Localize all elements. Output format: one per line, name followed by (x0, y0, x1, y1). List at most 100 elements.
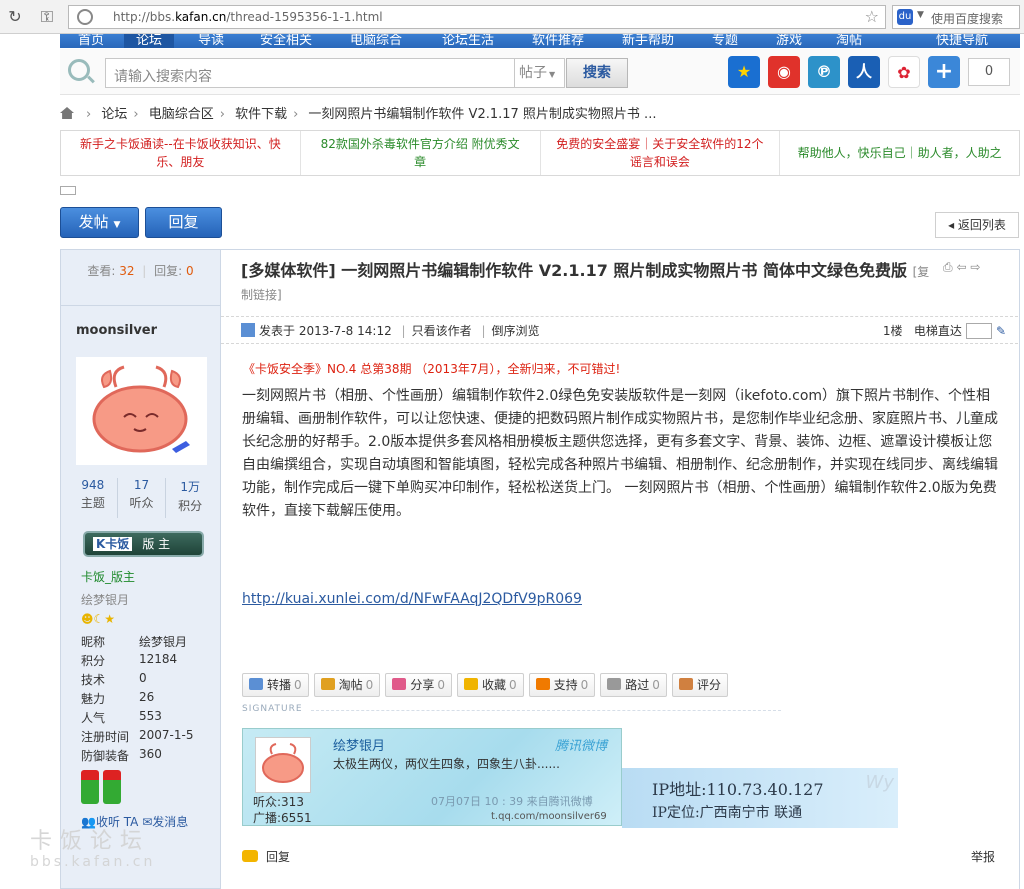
medal-icon[interactable] (103, 770, 121, 804)
stat-threads[interactable]: 948 主题 (69, 478, 118, 518)
globe-icon (77, 9, 93, 25)
support-button[interactable]: 支持 0 (528, 673, 596, 697)
home-icon[interactable] (60, 107, 74, 119)
nav-item-quick[interactable]: 快捷导航 (936, 34, 988, 48)
divider (311, 710, 781, 711)
chevron-down-icon: ▼ (549, 70, 556, 79)
medals (81, 770, 125, 807)
tencent-weibo-logo: 腾讯微博 (554, 739, 607, 754)
address-bar[interactable]: http://bbs.kafan.cn/thread-1595356-1-1.h… (68, 5, 886, 29)
arrow-down-icon (607, 678, 622, 690)
search-button[interactable]: 搜索 (566, 58, 628, 88)
stat-listeners[interactable]: 17 听众 (118, 478, 167, 518)
nav-item[interactable]: 电脑综合 (350, 34, 402, 48)
report-link[interactable]: 举报 (971, 848, 995, 865)
announcement-link[interactable]: 新手之卡饭通读--在卡饭收获知识、快乐、朋友 (61, 131, 301, 175)
post-content-area: [多媒体软件] 一刻网照片书编辑制作软件 V2.1.17 照片制成实物照片书 简… (221, 249, 1020, 889)
author-actions: 👥收听 TA ✉发消息 (81, 813, 188, 830)
new-post-button[interactable]: 发帖 ▼ (60, 207, 139, 238)
medal-icon[interactable] (81, 770, 99, 804)
nav-item[interactable]: 导读 (198, 34, 224, 48)
heart-icon (392, 678, 407, 690)
nav-item[interactable]: 论坛生活 (442, 34, 494, 48)
reply-link[interactable]: 回复 (242, 848, 290, 865)
author-sidebar: 查看: 32 | 回复: 0 moonsilver 948 主题 17 听众 1万积… (60, 249, 221, 889)
next-thread-icon[interactable]: ⇨ (970, 260, 980, 274)
tencent-weibo-icon[interactable]: ℗ (808, 56, 840, 88)
forward-button[interactable]: 转播 0 (242, 673, 309, 697)
listen-button[interactable]: 👥收听 TA (81, 815, 138, 829)
announcement-link[interactable]: 82款国外杀毒软件官方介绍 附优秀文章 (301, 131, 541, 175)
send-message-button[interactable]: ✉发消息 (142, 815, 188, 829)
chevron-down-icon[interactable]: ▼ (917, 10, 924, 20)
user-group[interactable]: 卡饭_版主 (81, 568, 135, 585)
baidu-paw-icon: du (897, 9, 913, 25)
print-icon[interactable]: ⎙ (943, 260, 953, 274)
only-author-link[interactable]: 只看该作者 (412, 324, 472, 338)
site-top-nav: 首页 论坛 导读 安全相关 电脑综合 论坛生活 软件推荐 新手帮助 专题 游戏 … (60, 34, 1020, 48)
search-type-select[interactable]: 帖子 ▼ (515, 58, 565, 88)
post-date: 2013-7-8 14:12 (298, 324, 392, 338)
author-stats: 948 主题 17 听众 1万 积分 (69, 478, 214, 518)
prev-thread-icon[interactable]: ⇦ (956, 260, 966, 274)
placeholder-box (60, 186, 76, 195)
browser-search-box[interactable]: du ▼ 使用百度搜索 (892, 5, 1020, 29)
thread-title: [多媒体软件] 一刻网照片书编辑制作软件 V2.1.17 照片制成实物照片书 简… (241, 261, 930, 302)
pass-by-button[interactable]: 路过 0 (600, 673, 667, 697)
pen-icon[interactable]: ✎ (996, 324, 1006, 338)
key-icon[interactable]: ⚿ (36, 6, 58, 28)
level-stars-icon: ☻☾★ (81, 612, 116, 626)
renren-icon[interactable]: 人 (848, 56, 880, 88)
collect-thread-button[interactable]: 淘帖 0 (313, 673, 381, 697)
nav-item[interactable]: 软件推荐 (532, 34, 584, 48)
ip-address: IP地址:110.73.40.127 (652, 780, 824, 799)
stat-points[interactable]: 1万 积分 (166, 478, 214, 518)
star-icon (463, 678, 478, 690)
nav-item-active[interactable]: 论坛 (124, 34, 175, 48)
url-text: http://bbs.kafan.cn/thread-1595356-1-1.h… (113, 10, 383, 24)
forward-icon (249, 678, 263, 690)
author-name[interactable]: moonsilver (76, 323, 157, 338)
reverse-order-link[interactable]: 倒序浏览 (491, 324, 539, 338)
post-meta-bar: 发表于 2013-7-8 14:12 | 只看该作者 | 倒序浏览 1楼 电梯直达 ✎ (221, 316, 1018, 344)
signature-avatar (255, 737, 311, 793)
moderator-badge: K卡饭版 主 (83, 531, 204, 557)
breadcrumb-item[interactable]: 电脑综合区 (149, 107, 214, 122)
reply-icon (242, 850, 258, 862)
post-actions: 转播 0 淘帖 0 分享 0 收藏 0 支持 0 路过 0 评分 (242, 673, 728, 697)
share-plus-icon[interactable]: + (928, 56, 960, 88)
nav-item[interactable]: 游戏 (776, 34, 802, 48)
breadcrumb-item[interactable]: 论坛 (101, 107, 127, 122)
weibo-signature-card[interactable]: 绘梦银月 腾讯微博 太极生两仪，两仪生四象，四象生八卦...... 听众:313… (242, 728, 622, 826)
jump-label: 电梯直达 (913, 324, 962, 338)
announcement-link[interactable]: 帮助他人，快乐自己｜助人者，人助之 (780, 131, 1019, 175)
signature-label: SIGNATURE (242, 704, 303, 714)
ip-signature-image: IP地址:110.73.40.127 IP定位:广西南宁市 联通 Wy (622, 768, 898, 828)
nav-item[interactable]: 淘帖 (836, 34, 862, 48)
share-button[interactable]: 分享 0 (385, 673, 452, 697)
bookmark-star-icon[interactable]: ☆ (865, 7, 879, 26)
kaixin-icon[interactable]: ✿ (888, 56, 920, 88)
nav-item[interactable]: 专题 (712, 34, 738, 48)
weibo-icon[interactable]: ◉ (768, 56, 800, 88)
search-placeholder: 请输入搜索内容 (114, 69, 212, 85)
chevron-down-icon: ▼ (113, 220, 121, 230)
nav-item[interactable]: 首页 (78, 34, 104, 48)
nav-item[interactable]: 新手帮助 (622, 34, 674, 48)
rate-button[interactable]: 评分 (671, 673, 728, 697)
nav-item[interactable]: 安全相关 (260, 34, 312, 48)
reply-button[interactable]: 回复 (145, 207, 222, 238)
breadcrumb-item[interactable]: 软件下载 (235, 107, 287, 122)
floor-jump-input[interactable] (965, 323, 992, 339)
back-icon[interactable]: ↻ (4, 6, 26, 28)
qzone-icon[interactable]: ★ (728, 56, 760, 88)
search-input[interactable]: 请输入搜索内容 (105, 58, 515, 88)
promo-link[interactable]: 《卡饭安全季》NO.4 总第38期 （2013年7月），全新归来，不可错过! (243, 360, 620, 377)
avatar[interactable] (76, 357, 207, 465)
back-to-list-button[interactable]: ◂ 返回列表 (935, 212, 1019, 238)
announcement-link[interactable]: 免费的安全盛宴｜关于安全软件的12个谣言和误会 (541, 131, 781, 175)
signature-url: t.qq.com/moonsilver69 (491, 811, 607, 822)
download-link[interactable]: http://kuai.xunlei.com/d/NFwFAAqJ2QDfV9p… (242, 591, 582, 607)
floor-number: 1楼 (882, 324, 903, 338)
favorite-button[interactable]: 收藏 0 (456, 673, 524, 697)
